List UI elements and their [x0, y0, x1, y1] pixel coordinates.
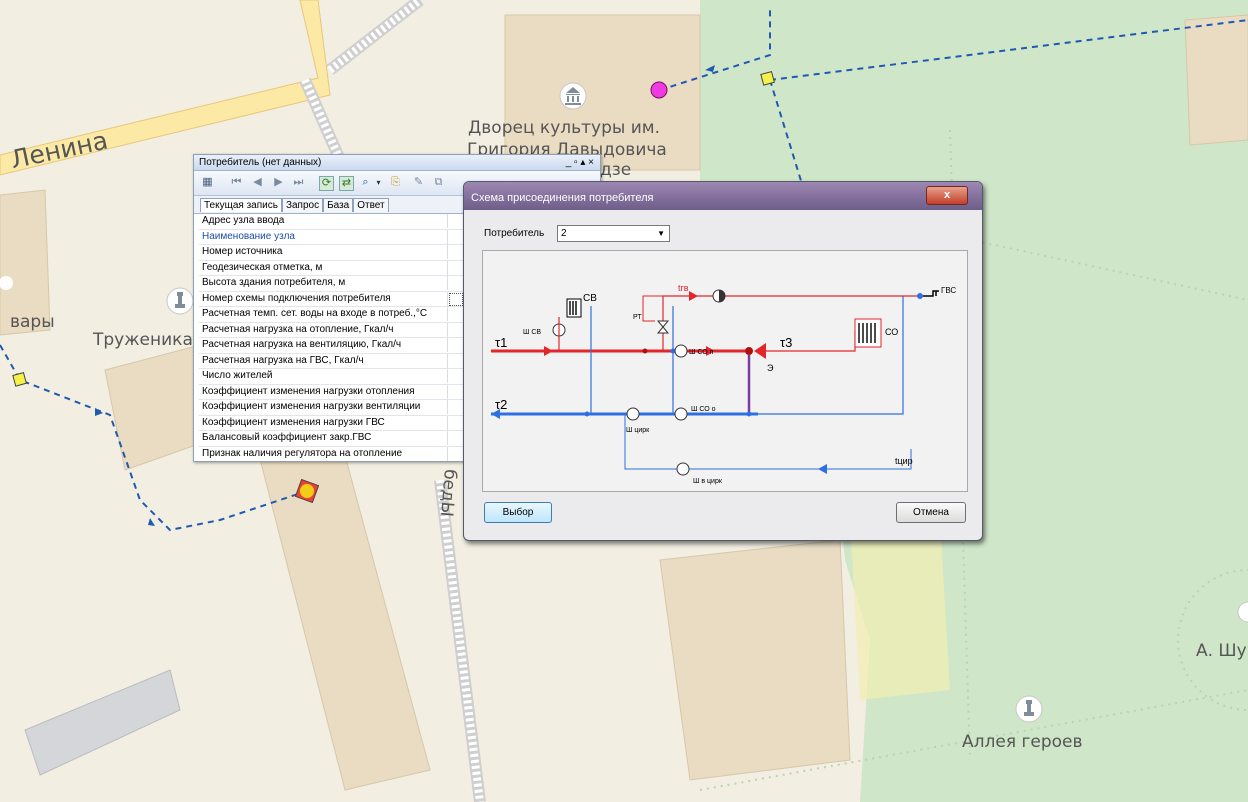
- search-icon[interactable]: ⌕: [359, 176, 372, 189]
- connection-scheme-diagram: СВ Ш СВ РТ tгв ГВС τ1 τ2 τ3 Ш СО п Ш СО …: [487, 255, 963, 487]
- first-record-icon[interactable]: ⏮: [230, 176, 243, 189]
- label-gvs: ГВС: [941, 286, 956, 295]
- cancel-button[interactable]: Отмена: [896, 502, 966, 523]
- dropdown-arrow-icon[interactable]: ▾: [372, 176, 385, 189]
- elevator-mix-node: [745, 347, 753, 355]
- field-label: Номер схемы подключения потребителя: [199, 291, 448, 306]
- label-t1: τ1: [495, 335, 507, 350]
- grid-icon[interactable]: ▦: [201, 176, 214, 189]
- building-south: [659, 539, 851, 781]
- field-label: Высота здания потребителя, м: [199, 276, 448, 290]
- field-label: Расчетная нагрузка на ГВС, Гкал/ч: [199, 353, 448, 368]
- consumer-select[interactable]: 2 ▼: [557, 225, 670, 242]
- field-label: Номер источника: [199, 245, 448, 259]
- gvs-tap-node: [917, 293, 923, 299]
- field-label: Геодезическая отметка, м: [199, 260, 448, 275]
- close-button[interactable]: x: [926, 186, 968, 205]
- tab-current-record[interactable]: Текущая запись: [200, 198, 282, 212]
- consumer-select-value: 2: [561, 228, 567, 239]
- label-shco-p: Ш СО п: [689, 349, 714, 356]
- field-label: Коэффициент изменения нагрузки отопления: [199, 384, 448, 399]
- label-shcirk: Ш цирк: [626, 427, 650, 434]
- pump-sh-cirk: [626, 407, 640, 421]
- pump-sh-v-cirk: [676, 462, 690, 476]
- poi-label-alley: Аллея героев: [962, 732, 1083, 752]
- next-record-icon[interactable]: ▶: [272, 176, 285, 189]
- node-magenta[interactable]: [650, 81, 668, 99]
- sand-area: [850, 520, 950, 700]
- field-label: Наименование узла: [199, 229, 448, 244]
- label-tcirk: tцир: [895, 456, 913, 466]
- label-t2: τ2: [495, 397, 507, 412]
- poi-label-palace-1: Дворец культуры им.: [468, 118, 660, 138]
- label-co: СО: [885, 327, 898, 337]
- tab-base[interactable]: База: [323, 198, 354, 212]
- field-label: Расчетная темп. сет. воды на входе в пот…: [199, 307, 448, 321]
- prev-record-icon[interactable]: ◀: [251, 176, 264, 189]
- label-tgv: tгв: [678, 283, 689, 293]
- tab-answer[interactable]: Ответ: [353, 198, 389, 212]
- last-record-icon[interactable]: ⏭: [292, 176, 305, 189]
- scheme-background: [487, 255, 963, 487]
- export-icon[interactable]: ⎘: [389, 176, 402, 189]
- node-yellow-ne[interactable]: [760, 71, 775, 86]
- connection-scheme-panel[interactable]: СВ Ш СВ РТ tгв ГВС τ1 τ2 τ3 Ш СО п Ш СО …: [482, 250, 968, 492]
- refresh-icon[interactable]: ⟳: [319, 176, 334, 191]
- field-label: Расчетная нагрузка на вентиляцию, Гкал/ч: [199, 338, 448, 352]
- label-shvcirk: Ш в цирк: [693, 478, 723, 485]
- building-ne: [1184, 14, 1248, 146]
- node-yellow-w[interactable]: [12, 372, 27, 387]
- label-sv: СВ: [583, 293, 597, 304]
- label-e: Э: [767, 363, 774, 373]
- scheme-dialog: Схема присоединения потребителя x Потреб…: [463, 181, 983, 541]
- junction-3: [584, 411, 590, 417]
- sv-exchanger: [566, 298, 582, 318]
- edit-icon[interactable]: ✎: [412, 176, 425, 189]
- field-label: Число жителей: [199, 369, 448, 383]
- field-label: Признак наличия регулятора на отопление: [199, 446, 448, 461]
- field-label: Коэффициент изменения нагрузки ГВС: [199, 415, 448, 430]
- label-shsv: Ш СВ: [523, 329, 541, 336]
- chevron-down-icon[interactable]: ▼: [657, 226, 665, 241]
- scheme-dialog-title: Схема присоединения потребителя: [471, 192, 654, 204]
- street-label-pobedy: бедЫ: [435, 468, 460, 518]
- tab-query[interactable]: Запрос: [281, 198, 324, 212]
- field-label: Коэффициент изменения нагрузки вентиляци…: [199, 400, 448, 414]
- scheme-dialog-body: Потребитель 2 ▼ СВ Ш СВ РТ tгв ГВС τ1 τ2…: [470, 210, 976, 534]
- window-controls[interactable]: _ ▫ ▴ ×: [566, 155, 594, 170]
- consumer-window-title: Потребитель (нет данных): [199, 157, 322, 168]
- label-rt: РТ: [633, 314, 642, 321]
- field-label: Балансовый коэффициент закр.ГВС: [199, 431, 448, 445]
- consumer-select-label: Потребитель: [484, 228, 545, 239]
- poi-label-truzhenika: Труженика: [93, 330, 193, 350]
- select-button[interactable]: Выбор: [484, 502, 552, 523]
- label-t3: τ3: [780, 335, 792, 350]
- field-label: Расчетная нагрузка на отопление, Гкал/ч: [199, 322, 448, 337]
- pump-sh-co-p: [674, 344, 688, 358]
- label-shco-o: Ш СО о: [691, 406, 716, 413]
- scheme-dialog-titlebar[interactable]: Схема присоединения потребителя x: [464, 182, 982, 210]
- node-consumer-dot: [300, 484, 314, 498]
- sync-icon[interactable]: ⇄: [339, 176, 354, 191]
- poi-label-a-shu: А. Шу: [1196, 641, 1247, 661]
- junction-4: [746, 411, 752, 417]
- poi-label-palace-3: дзе: [600, 160, 632, 180]
- poi-label-varvary: вары: [10, 312, 55, 332]
- pump-sh-co-o: [674, 407, 688, 421]
- selected-cell[interactable]: [449, 292, 463, 306]
- copy-icon[interactable]: ⧉: [432, 176, 445, 189]
- field-label: Адрес узла ввода: [199, 214, 448, 228]
- junction-1: [642, 348, 648, 354]
- consumer-window-titlebar[interactable]: Потребитель (нет данных) _ ▫ ▴ ×: [194, 155, 600, 171]
